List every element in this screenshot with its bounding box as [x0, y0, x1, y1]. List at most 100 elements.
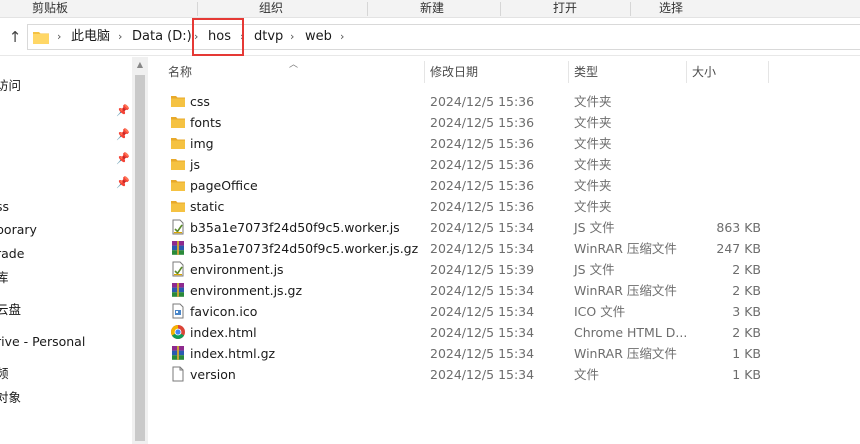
file-row[interactable]: version 2024/12/5 15:34 文件 1 KB [148, 364, 860, 385]
nav-item-cloud-drive[interactable]: 云盘 [0, 300, 21, 320]
file-size [691, 133, 761, 154]
file-row[interactable]: css 2024/12/5 15:36 文件夹 [148, 91, 860, 112]
file-type: Chrome HTML D... [574, 325, 688, 340]
file-date: 2024/12/5 15:34 [430, 346, 535, 361]
file-row[interactable]: index.html.gz 2024/12/5 15:34 WinRAR 压缩文… [148, 343, 860, 364]
file-size: 247 KB [716, 241, 761, 256]
column-header-size[interactable]: 大小 [686, 57, 768, 87]
file-type: 文件夹 [574, 157, 612, 172]
address-bar[interactable]: › 此电脑 › Data (D:) › hos › dtvp › web › [27, 24, 860, 50]
nav-item-3d-objects[interactable]: 对象 [0, 388, 21, 408]
file-date: 2024/12/5 15:36 [430, 199, 535, 214]
file-row[interactable]: b35a1e7073f24d50f9c5.worker.js.gz 2024/1… [148, 238, 860, 259]
file-name: version [190, 367, 236, 382]
file-name: static [190, 199, 225, 214]
ico-file-icon [172, 303, 184, 319]
nav-item-quick-access[interactable]: 访问 [0, 76, 21, 96]
file-date: 2024/12/5 15:34 [430, 325, 535, 340]
nav-item-ss[interactable]: ss [0, 197, 9, 217]
pin-icon[interactable]: 📌 [116, 128, 130, 142]
file-type: WinRAR 压缩文件 [574, 283, 677, 298]
ribbon-group-clipboard: 剪贴板 [31, 1, 68, 15]
file-size: 2 KB [732, 325, 761, 340]
column-header-name[interactable]: 名称 [162, 57, 424, 87]
file-date: 2024/12/5 15:34 [430, 283, 535, 298]
chevron-right-icon[interactable]: › [194, 25, 198, 49]
navigation-pane: 访问 📌 📌 📌 📌 ss porary rade 库 云盘 rive - Pe… [0, 57, 132, 444]
chevron-right-icon[interactable]: › [57, 25, 61, 49]
folder-icon [171, 96, 185, 107]
file-date: 2024/12/5 15:36 [430, 178, 535, 193]
breadcrumb-data-drive[interactable]: Data (D:) [132, 25, 192, 49]
ribbon-group-new: 新建 [419, 1, 444, 15]
column-header-type[interactable]: 类型 [568, 57, 686, 87]
file-size [691, 154, 761, 175]
file-row[interactable]: fonts 2024/12/5 15:36 文件夹 [148, 112, 860, 133]
folder-icon [171, 117, 185, 128]
file-row[interactable]: static 2024/12/5 15:36 文件夹 [148, 196, 860, 217]
chevron-right-icon[interactable]: › [340, 25, 344, 49]
file-name: js [190, 157, 200, 172]
file-size [691, 175, 761, 196]
file-size [691, 112, 761, 133]
file-name: css [190, 94, 210, 109]
file-date: 2024/12/5 15:34 [430, 220, 535, 235]
breadcrumb-web[interactable]: web [305, 25, 332, 49]
file-name: index.html.gz [190, 346, 276, 361]
winrar-archive-icon [172, 241, 184, 255]
column-header-row: ︿ 名称 修改日期 类型 大小 [148, 57, 860, 87]
nav-item-temporary[interactable]: porary [0, 220, 37, 240]
file-name: b35a1e7073f24d50f9c5.worker.js [190, 220, 400, 235]
file-row[interactable]: environment.js.gz 2024/12/5 15:34 WinRAR… [148, 280, 860, 301]
column-divider[interactable] [768, 61, 769, 83]
file-row[interactable]: favicon.ico 2024/12/5 15:34 ICO 文件 3 KB [148, 301, 860, 322]
file-date: 2024/12/5 15:36 [430, 157, 535, 172]
nav-item-onedrive-personal[interactable]: rive - Personal [0, 332, 85, 352]
file-name: environment.js [190, 262, 284, 277]
pin-icon[interactable]: 📌 [116, 104, 130, 118]
pin-icon[interactable]: 📌 [116, 176, 130, 190]
file-type: 文件夹 [574, 199, 612, 214]
file-type: 文件夹 [574, 115, 612, 130]
scroll-up-arrow-icon[interactable]: ▲ [132, 57, 148, 73]
nav-item-library[interactable]: 库 [0, 268, 9, 288]
file-type: ICO 文件 [574, 304, 626, 319]
pin-icon[interactable]: 📌 [116, 152, 130, 166]
scrollbar-thumb[interactable] [135, 75, 145, 441]
folder-icon [171, 159, 185, 170]
file-size: 1 KB [732, 367, 761, 382]
file-row[interactable]: environment.js 2024/12/5 15:39 JS 文件 2 K… [148, 259, 860, 280]
chevron-right-icon[interactable]: › [290, 25, 294, 49]
file-type: 文件夹 [574, 136, 612, 151]
js-file-icon [172, 261, 184, 277]
chevron-right-icon[interactable]: › [240, 25, 244, 49]
chevron-right-icon[interactable]: › [118, 25, 122, 49]
breadcrumb-hos[interactable]: hos [208, 25, 231, 49]
file-date: 2024/12/5 15:34 [430, 241, 535, 256]
up-arrow-icon[interactable]: ↑ [6, 28, 24, 46]
file-date: 2024/12/5 15:34 [430, 367, 535, 382]
navigation-pane-scrollbar[interactable]: ▲ [132, 57, 148, 444]
file-size: 863 KB [716, 220, 761, 235]
file-date: 2024/12/5 15:36 [430, 136, 535, 151]
file-name: b35a1e7073f24d50f9c5.worker.js.gz [190, 241, 419, 256]
file-row[interactable]: b35a1e7073f24d50f9c5.worker.js 2024/12/5… [148, 217, 860, 238]
file-row[interactable]: img 2024/12/5 15:36 文件夹 [148, 133, 860, 154]
file-date: 2024/12/5 15:39 [430, 262, 535, 277]
file-row[interactable]: index.html 2024/12/5 15:34 Chrome HTML D… [148, 322, 860, 343]
file-row[interactable]: js 2024/12/5 15:36 文件夹 [148, 154, 860, 175]
folder-icon [171, 138, 185, 149]
breadcrumb-dtvp[interactable]: dtvp [254, 25, 283, 49]
file-row[interactable]: pageOffice 2024/12/5 15:36 文件夹 [148, 175, 860, 196]
breadcrumb-this-pc[interactable]: 此电脑 [71, 25, 110, 49]
file-date: 2024/12/5 15:36 [430, 115, 535, 130]
ribbon-group-select: 选择 [658, 1, 683, 15]
column-header-modified[interactable]: 修改日期 [424, 57, 568, 87]
blank-file-icon [172, 366, 184, 382]
file-type: WinRAR 压缩文件 [574, 346, 677, 361]
file-date: 2024/12/5 15:34 [430, 304, 535, 319]
nav-item-videos[interactable]: 频 [0, 364, 9, 384]
ribbon-group-labels: 剪贴板 组织 新建 打开 选择 [0, 0, 860, 18]
nav-item-rade[interactable]: rade [0, 244, 24, 264]
js-file-icon [172, 219, 184, 235]
